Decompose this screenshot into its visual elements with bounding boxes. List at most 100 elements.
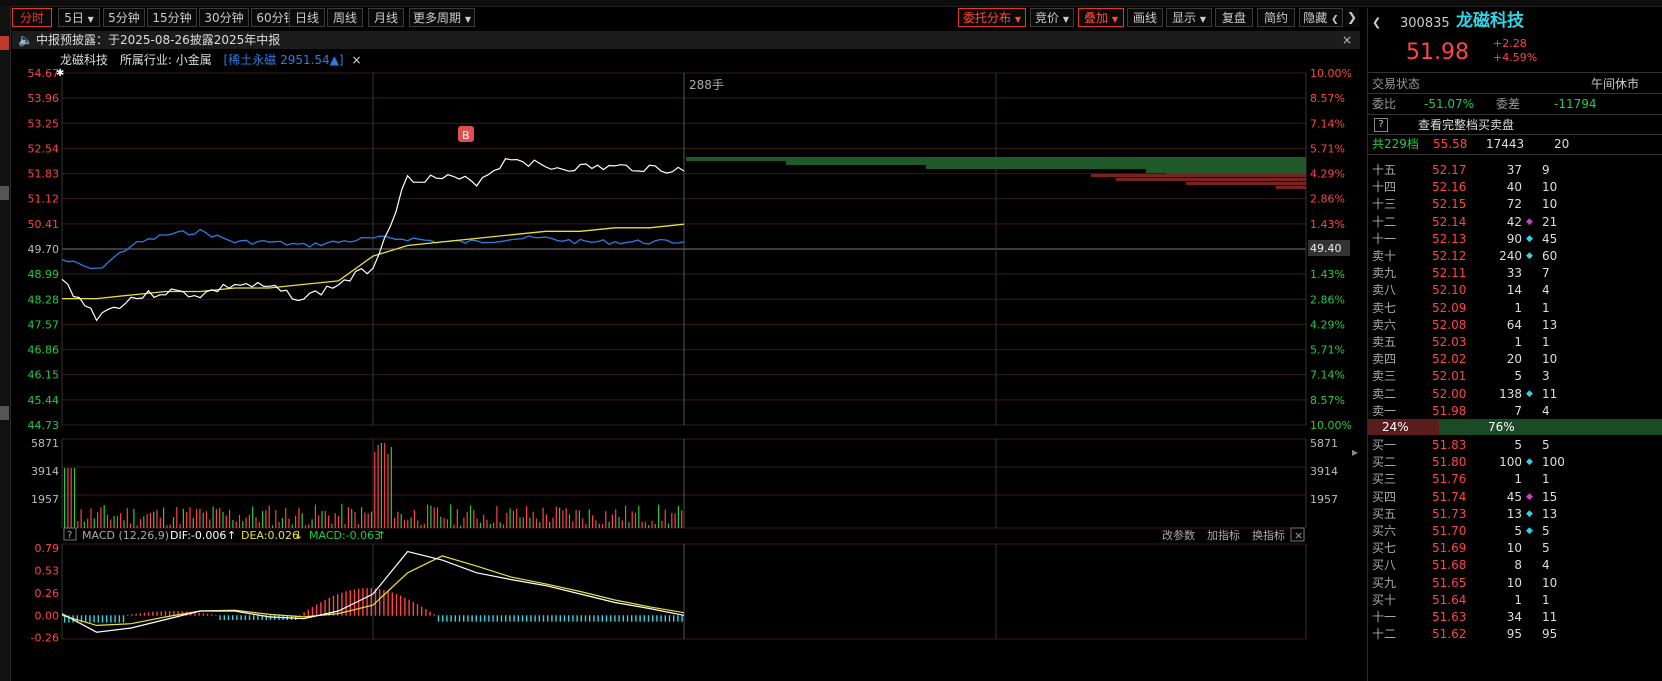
order-distribution-button[interactable]: 委托分布 ▼ [958, 8, 1026, 27]
macd-bar [148, 612, 150, 616]
macd-add-indicator[interactable]: 加指标 [1207, 528, 1240, 542]
tab-weekly[interactable]: 周线 [327, 8, 363, 27]
orderbook-row[interactable]: 买九 51.65 10 10 [1368, 575, 1662, 591]
chevron-right-icon[interactable]: ❯ [1345, 8, 1359, 27]
window-top-strip [0, 0, 1662, 7]
orderbook-row[interactable]: 卖六 52.08 64 13 [1368, 317, 1662, 333]
volume-bar [473, 510, 475, 528]
buy-marker-label: B [462, 129, 470, 142]
side-marker[interactable] [0, 186, 9, 200]
volume-bar [638, 505, 640, 528]
orderbook-row[interactable]: 十五 52.17 37 9 [1368, 162, 1662, 178]
orderbook-row[interactable]: 卖八 52.10 14 4 [1368, 282, 1662, 298]
tab-more-periods[interactable]: 更多周期 ▼ [409, 8, 475, 27]
orderbook-row[interactable]: 十一 51.63 34 11 [1368, 609, 1662, 625]
orderbook-row[interactable]: 买四 51.74 45 15 ◆ [1368, 489, 1662, 505]
orderbook-row[interactable]: 买十 51.64 1 1 [1368, 592, 1662, 608]
orderbook-row[interactable]: 卖二 52.00 138 11 ◆ [1368, 386, 1662, 402]
orderbook-row[interactable]: 买五 51.73 13 13 ◆ [1368, 506, 1662, 522]
macd-label[interactable]: MACD (12,26,9) [82, 529, 169, 542]
tab-daily[interactable]: 日线 [289, 8, 325, 27]
orderbook-vol: 10 [1506, 541, 1522, 556]
orderbook-row[interactable]: 十二 52.14 42 21 ◆ [1368, 214, 1662, 230]
close-icon[interactable]: × [351, 53, 361, 67]
volume-bar [595, 520, 597, 528]
orderbook-label: 卖十 [1372, 249, 1397, 263]
orderbook-row[interactable]: 卖三 52.01 5 3 [1368, 368, 1662, 384]
volume-bar [130, 523, 132, 528]
orderbook-row[interactable]: 十一 52.13 90 45 ◆ [1368, 231, 1662, 247]
tab-monthly[interactable]: 月线 [368, 8, 404, 27]
announcement-text: 中报预披露：于2025-08-26披露2025年中报 [36, 33, 281, 47]
side-marker[interactable] [0, 406, 9, 420]
volume-bar [73, 468, 76, 528]
macd-bar [269, 615, 272, 620]
tab-15min[interactable]: 15分钟 [147, 8, 197, 27]
volume-bar [103, 505, 105, 528]
price-tick: 53.25 [28, 117, 60, 130]
orderbook-label: 买二 [1372, 455, 1397, 470]
help-icon[interactable]: ? [1374, 118, 1388, 132]
total-levels-extra: 20 [1554, 137, 1570, 151]
orderbook-row[interactable]: 买七 51.69 10 5 [1368, 540, 1662, 556]
orderbook-row[interactable]: 卖七 52.09 1 1 [1368, 300, 1662, 316]
display-button[interactable]: 显示 ▼ [1166, 8, 1212, 27]
volume-bar [423, 523, 425, 528]
tab-intraday[interactable]: 分时 [12, 8, 52, 27]
orderbook-row[interactable]: 买一 51.83 5 5 [1368, 437, 1662, 453]
volume-bar [291, 524, 293, 528]
macd-bar [89, 615, 91, 623]
collapse-arrow-icon[interactable]: ▸ [1352, 445, 1358, 459]
panel-toggle-icon[interactable]: ❮ [1372, 15, 1381, 31]
industry-label[interactable]: 所属行业: 小金属 [120, 53, 212, 67]
orderbook-row[interactable]: 买二 51.80 100 100 ◆ [1368, 454, 1662, 470]
chart-area[interactable]: 54.67 53.96 53.25 52.54 51.83 51.12 50.41 49.70… [12, 66, 1362, 681]
full-quote-row[interactable]: ? 查看完整档买卖盘 [1368, 117, 1662, 133]
orderbook-row[interactable]: 卖九 52.11 33 7 [1368, 265, 1662, 281]
orderbook-vol: 240 [1499, 249, 1522, 263]
macd-change-params[interactable]: 改参数 [1162, 528, 1195, 542]
orderbook-row[interactable]: 卖一 51.98 7 4 [1368, 403, 1662, 419]
orderbook-label: 买七 [1372, 541, 1397, 556]
volume-bar [182, 508, 184, 528]
stock-name[interactable]: 龙磁科技 [60, 53, 108, 67]
overlay-button[interactable]: 叠加 ▼ [1078, 8, 1124, 27]
orderbook-row[interactable]: 十三 52.15 72 10 [1368, 196, 1662, 212]
side-marker[interactable] [0, 36, 9, 50]
auction-button[interactable]: 竞价 ▼ [1030, 8, 1074, 27]
volume-bar [674, 513, 676, 528]
orderbook-row[interactable]: 买三 51.76 1 1 [1368, 471, 1662, 487]
orderbook-vol: 5 [1514, 438, 1522, 452]
hide-button[interactable]: 隐藏 ❮ [1299, 8, 1343, 27]
orderbook-row[interactable]: 买八 51.68 8 4 [1368, 557, 1662, 573]
simple-button[interactable]: 简约 [1257, 8, 1295, 27]
orderbook-row[interactable]: 买六 51.70 5 5 ◆ [1368, 523, 1662, 539]
quote-panel: ❮ 300835 龙磁科技 51.98 +2.28 +4.59% 交易状态 午间… [1367, 8, 1662, 681]
tab-30min[interactable]: 30分钟 [199, 8, 249, 27]
draw-line-button[interactable]: 画线 [1127, 8, 1163, 27]
overlay-index-name: 稀土永磁 [228, 53, 277, 67]
tab-5day[interactable]: 5日 ▼ [58, 8, 100, 27]
orderbook-label: 买十 [1372, 592, 1397, 607]
overlay-index[interactable]: [稀土永磁 2951.54▲] [224, 53, 344, 67]
replay-button[interactable]: 复盘 [1215, 8, 1253, 27]
order-distribution-label: 委托分布 [963, 11, 1012, 25]
orderbook-extra: 13 [1542, 506, 1558, 521]
volume-bar [384, 443, 386, 528]
price-tick: 51.83 [28, 168, 60, 181]
orderbook-row[interactable]: 十二 51.62 95 95 [1368, 626, 1662, 642]
orderbook-row[interactable]: 卖十 52.12 240 60 ◆ [1368, 248, 1662, 264]
orderbook-row[interactable]: 十四 52.16 40 10 [1368, 179, 1662, 195]
orderbook-row[interactable]: 卖四 52.02 20 10 [1368, 351, 1662, 367]
macd-bar [576, 615, 578, 622]
trade-status-label: 交易状态 [1372, 77, 1421, 91]
crosshair-icon[interactable]: ✱ [56, 68, 64, 79]
full-quote-link[interactable]: 查看完整档买卖盘 [1418, 117, 1514, 133]
volume-bar [281, 518, 283, 528]
volume-bar [199, 508, 201, 528]
volume-bar [456, 509, 458, 528]
macd-switch-indicator[interactable]: 换指标 [1252, 528, 1285, 542]
tab-5min[interactable]: 5分钟 [103, 8, 145, 27]
orderbook-row[interactable]: 卖五 52.03 1 1 [1368, 334, 1662, 350]
close-icon[interactable]: × [1342, 31, 1352, 49]
